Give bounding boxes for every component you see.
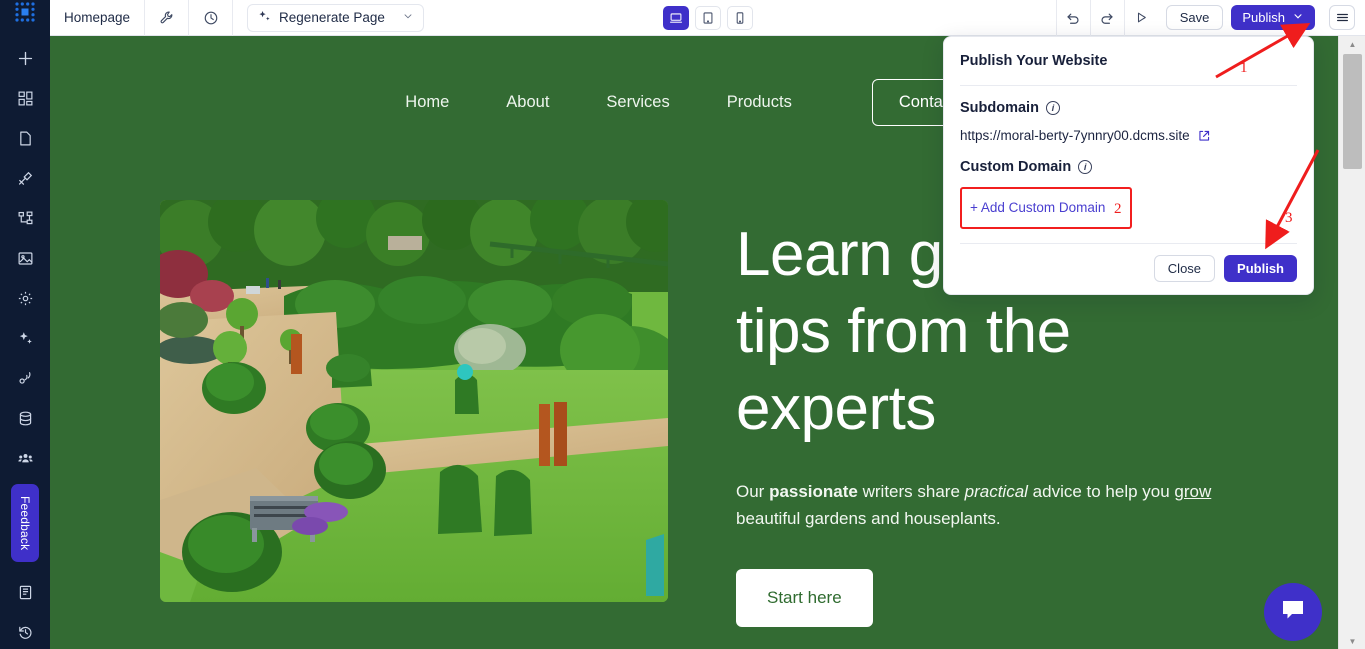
feedback-tab[interactable]: Feedback [11,484,39,562]
site-nav-item-home[interactable]: Home [405,93,449,112]
hero-subtitle: Our passionate writers share practical a… [736,478,1236,532]
sidebar-icon-list: Feedback [0,24,50,649]
left-sidebar: Feedback [0,0,50,649]
sidebar-item-members[interactable] [5,438,45,478]
device-desktop-button[interactable] [662,6,689,30]
sparkles-icon [257,9,272,27]
toolbar-right-group: Save Publish [1055,0,1365,36]
site-nav-item-services[interactable]: Services [606,93,669,112]
chat-bubble-icon [1279,596,1307,629]
sidebar-item-docs[interactable] [5,572,45,612]
hero-title-line-2: tips from the [736,297,1071,366]
subdomain-url-link[interactable]: https://moral-berty-7ynnry00.dcms.site [960,128,1190,143]
chevron-down-icon [1292,10,1304,25]
sidebar-item-add[interactable] [5,38,45,78]
hero-sub-italic: practical [964,482,1028,501]
sidebar-item-collections[interactable] [5,398,45,438]
sidebar-item-structure[interactable] [5,198,45,238]
redo-icon[interactable] [1089,0,1124,36]
hero-sub-mid-2: advice to help you [1027,482,1175,501]
scrollbar-thumb[interactable] [1343,54,1362,169]
site-nav-item-products[interactable]: Products [727,93,792,112]
info-icon[interactable]: i [1078,160,1093,174]
hero-cta-button[interactable]: Start here [736,569,873,627]
sidebar-item-settings[interactable] [5,278,45,318]
add-custom-domain-link[interactable]: + Add Custom Domain [970,200,1105,215]
hero-sub-bold: passionate [769,482,858,501]
close-button[interactable]: Close [1153,255,1216,282]
top-toolbar: Homepage Regenerate Page Save Publish [50,0,1365,36]
publish-button-top[interactable]: Publish [1231,5,1315,30]
wrench-icon[interactable] [145,0,190,36]
sidebar-item-restore[interactable] [5,612,45,649]
app-root: Feedback Homepage Regenerate Page Save P… [0,0,1365,649]
subdomain-url-row: https://moral-berty-7ynnry00.dcms.site [960,128,1297,143]
clock-icon[interactable] [189,0,234,36]
panel-actions: Close Publish [960,255,1297,282]
sidebar-item-marketing[interactable] [5,358,45,398]
device-tablet-button[interactable] [694,6,721,30]
hero-sub-mid-1: writers share [857,482,965,501]
vertical-scrollbar[interactable]: ▲ ▼ [1338,36,1365,649]
external-link-icon[interactable] [1197,129,1211,143]
subdomain-label: Subdomain [960,100,1039,116]
hero-title-line-3: experts [736,374,936,443]
sidebar-item-media[interactable] [5,238,45,278]
undo-icon[interactable] [1055,0,1090,36]
hamburger-menu-icon[interactable] [1329,5,1355,30]
device-mobile-button[interactable] [726,6,753,30]
preview-play-icon[interactable] [1123,0,1158,36]
scroll-up-arrow-icon[interactable]: ▲ [1339,36,1365,52]
save-button[interactable]: Save [1165,5,1224,30]
sidebar-item-design[interactable] [5,158,45,198]
subdomain-label-row: Subdomain i [960,100,1297,116]
regenerate-page-label: Regenerate Page [279,10,385,25]
hero-sub-underline-link[interactable]: grow [1174,482,1211,501]
publish-button-panel[interactable]: Publish [1224,255,1297,282]
info-icon[interactable]: i [1045,101,1060,115]
regenerate-page-button[interactable]: Regenerate Page [247,3,424,32]
site-nav-item-about[interactable]: About [506,93,549,112]
toolbar-left-group: Homepage Regenerate Page [50,0,424,36]
custom-domain-label-row: Custom Domain i [960,159,1297,175]
panel-divider [960,85,1297,86]
sidebar-item-ai-tools[interactable] [5,318,45,358]
scroll-down-arrow-icon[interactable]: ▼ [1339,633,1365,649]
panel-footer-divider [960,243,1297,244]
app-logo-icon[interactable] [0,0,50,24]
add-custom-domain-box[interactable]: + Add Custom Domain [960,187,1132,229]
chevron-down-icon[interactable] [402,10,414,25]
feedback-label: Feedback [18,495,32,551]
publish-button-label: Publish [1242,10,1285,25]
publish-panel: Publish Your Website Subdomain i https:/… [943,36,1314,295]
hero-sub-prefix: Our [736,482,770,501]
sidebar-item-sections[interactable] [5,78,45,118]
hero-sub-tail: beautiful gardens and houseplants. [736,509,1001,528]
hero-garden-image [160,200,668,602]
chat-widget-button[interactable] [1264,583,1322,641]
page-name-tab[interactable]: Homepage [50,0,146,36]
sidebar-item-pages[interactable] [5,118,45,158]
publish-panel-title: Publish Your Website [960,53,1108,69]
custom-domain-label: Custom Domain [960,159,1072,175]
